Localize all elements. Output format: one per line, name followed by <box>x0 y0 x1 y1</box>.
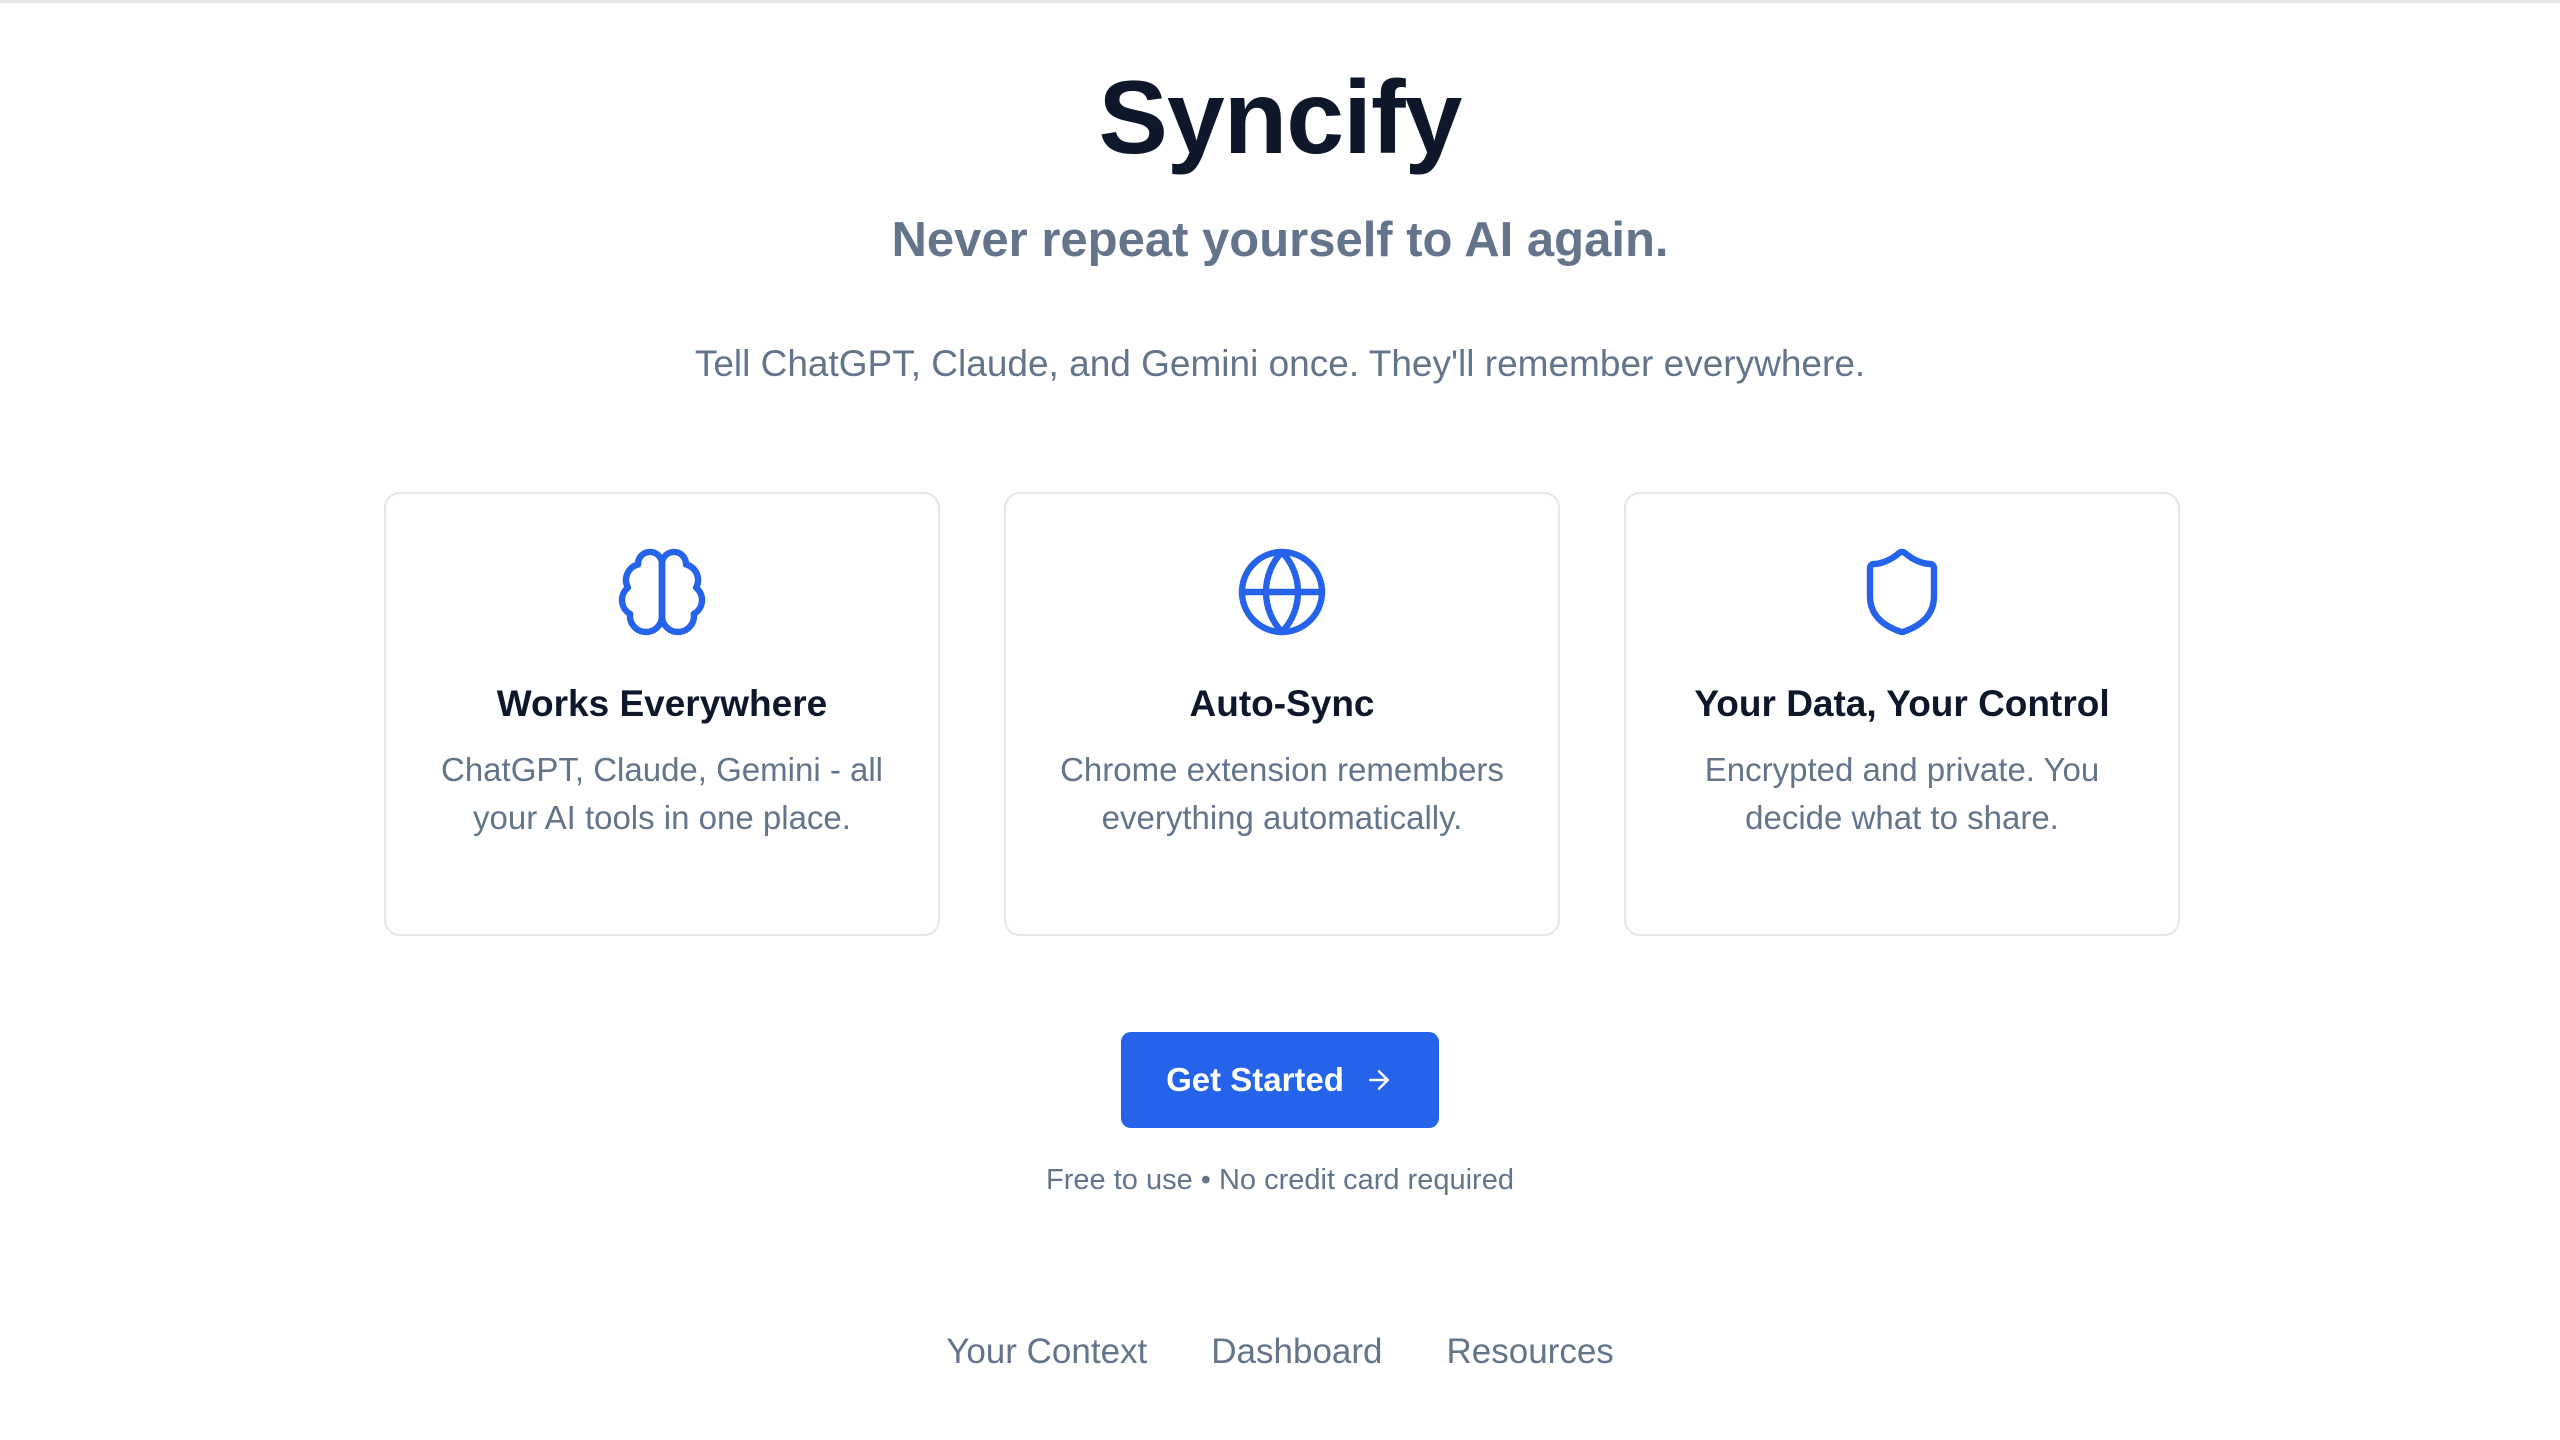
brand-title: Syncify <box>1098 60 1463 176</box>
feature-cards: Works Everywhere ChatGPT, Claude, Gemini… <box>384 492 2180 936</box>
get-started-label: Get Started <box>1166 1061 1344 1098</box>
feature-description: Chrome extension remembers everything au… <box>1060 751 1504 836</box>
footer-link-dashboard[interactable]: Dashboard <box>1211 1330 1382 1374</box>
brain-icon <box>614 544 710 640</box>
get-started-button[interactable]: Get Started <box>1121 1032 1439 1128</box>
feature-title: Your Data, Your Control <box>1694 683 2110 724</box>
hero-tagline: Never repeat yourself to AI again. <box>891 213 1669 267</box>
landing-page: Syncify Never repeat yourself to AI agai… <box>0 0 2560 1440</box>
footer-link-your-context[interactable]: Your Context <box>946 1330 1147 1374</box>
feature-title: Works Everywhere <box>496 683 828 724</box>
footer-nav: Your Context Dashboard Resources <box>0 1330 2560 1374</box>
cta-fineprint: Free to use • No credit card required <box>1046 1164 1514 1196</box>
globe-icon <box>1234 544 1330 640</box>
feature-description: ChatGPT, Claude, Gemini - all your AI to… <box>440 751 883 836</box>
arrow-right-icon <box>1364 1065 1394 1095</box>
shield-icon <box>1854 544 1950 640</box>
feature-card-auto-sync: Auto-Sync Chrome extension remembers eve… <box>1004 492 1560 936</box>
feature-card-works-everywhere: Works Everywhere ChatGPT, Claude, Gemini… <box>384 492 940 936</box>
feature-title: Auto-Sync <box>1189 683 1375 724</box>
feature-description: Encrypted and private. You decide what t… <box>1704 751 2100 836</box>
feature-card-data-control: Your Data, Your Control Encrypted and pr… <box>1624 492 2180 936</box>
top-divider <box>0 0 2560 3</box>
hero-subtext: Tell ChatGPT, Claude, and Gemini once. T… <box>694 343 1866 384</box>
footer-link-resources[interactable]: Resources <box>1447 1330 1614 1374</box>
